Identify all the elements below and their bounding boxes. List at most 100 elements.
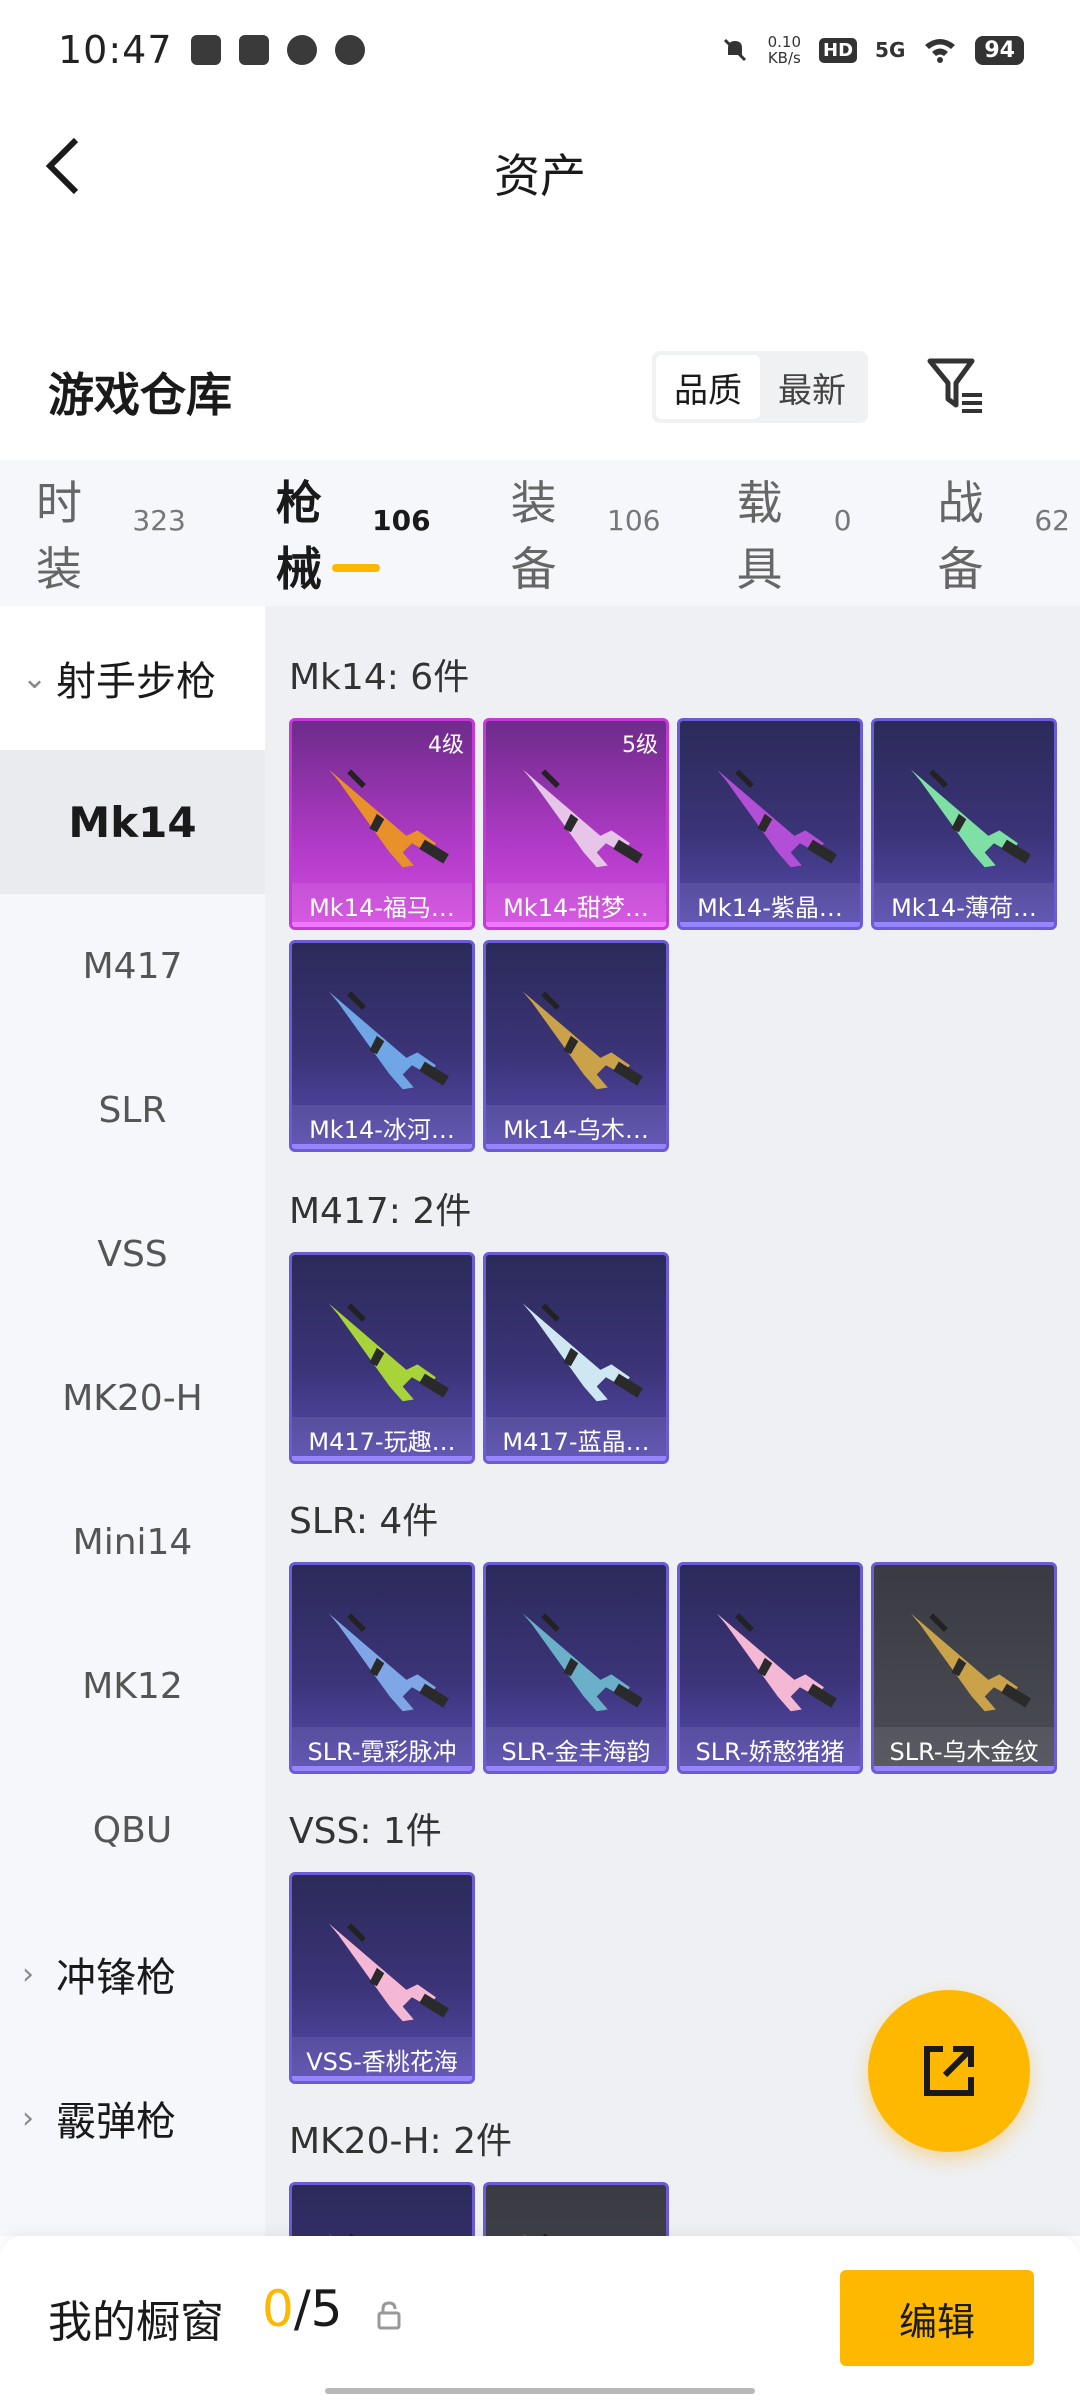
weapon-name: SLR-娇憨猪猪	[680, 1727, 860, 1771]
sort-toggle: 品质 最新	[652, 351, 868, 423]
mail-icon	[238, 35, 269, 65]
edit-button[interactable]: 编辑	[840, 2270, 1034, 2366]
section-title: Mk14: 6件	[289, 657, 470, 698]
weapon-card[interactable]: Mk14-乌木…	[483, 940, 669, 1152]
rifle-icon	[522, 1613, 643, 1712]
weapon-card[interactable]: Mk14-薄荷…	[871, 718, 1057, 930]
weapon-card[interactable]: SLR-金丰海韵	[483, 1562, 669, 1774]
item-grid	[289, 2182, 1057, 2236]
weapon-card[interactable]: SLR-霓彩脉冲	[289, 1562, 475, 1774]
weapon-name: Mk14-乌木…	[486, 1105, 666, 1149]
weapon-card[interactable]: M417-玩趣…	[289, 1252, 475, 1464]
section-title: SLR: 4件	[289, 1501, 439, 1542]
app-icon	[286, 35, 317, 65]
section-title: MK20-H: 2件	[289, 2121, 513, 2162]
level-badge: 5级	[622, 733, 658, 758]
chevron-down-icon: ⌄	[22, 660, 48, 696]
sidebar-item-mk14[interactable]: Mk14	[0, 750, 265, 894]
rifle-icon	[910, 769, 1031, 868]
rifle-icon	[910, 1613, 1031, 1712]
item-grid: SLR-霓彩脉冲 SLR-金丰海韵 SLR-娇憨猪猪 SLR-乌木金纹	[289, 1562, 1057, 1774]
weapon-name: SLR-霓彩脉冲	[292, 1727, 472, 1771]
page-title: 资产	[494, 149, 586, 203]
tab-supplies[interactable]: 战备 62	[862, 460, 1080, 606]
sidebar-group-marksman[interactable]: ⌄ 射手步枪	[0, 606, 265, 750]
shield-icon	[190, 35, 221, 65]
weapon-name: Mk14-薄荷…	[874, 883, 1054, 927]
sidebar-item-vss[interactable]: VSS	[0, 1182, 265, 1326]
weapon-card[interactable]: SLR-乌木金纹	[871, 1562, 1057, 1774]
weapon-card[interactable]: 5级 Mk14-甜梦…	[483, 718, 669, 930]
weapon-card[interactable]: M417-蓝晶…	[483, 1252, 669, 1464]
mute-bell-icon	[723, 38, 746, 62]
item-grid: M417-玩趣… M417-蓝晶…	[289, 1252, 1057, 1464]
weapon-card[interactable]: 4级 Mk14-福马…	[289, 718, 475, 930]
weapon-card[interactable]: Mk14-冰河…	[289, 940, 475, 1152]
weapon-name: Mk14-冰河…	[292, 1105, 472, 1149]
lock-icon	[377, 2301, 401, 2330]
rifle-icon	[328, 769, 449, 868]
sidebar-group-shotgun[interactable]: › 霰弹枪	[0, 2046, 265, 2190]
share-external-icon	[924, 2046, 974, 2096]
rifle-icon	[328, 1613, 449, 1712]
showcase-bar: 我的橱窗 0/5 编辑	[0, 2236, 1080, 2400]
item-grid: 4级 Mk14-福马… 5级 Mk14-甜梦… Mk14-紫晶… Mk14-薄荷… Mk14…	[289, 718, 1057, 1152]
tab-firearms[interactable]: 枪械 106	[196, 460, 441, 606]
rifle-icon	[716, 1613, 837, 1712]
app-header: 资产	[0, 100, 1080, 235]
level-badge: 4级	[428, 733, 464, 758]
rifle-icon	[328, 1923, 449, 2022]
tab-fashion[interactable]: 时装 323	[0, 460, 196, 606]
weapon-name: M417-玩趣…	[292, 1417, 472, 1461]
chat-bubble-icon	[334, 35, 365, 65]
status-bar: 10:47 0.10 KB/s HD 5G 94	[0, 0, 1080, 100]
showcase-count: 0/5	[262, 2280, 343, 2338]
warehouse-header: 游戏仓库 品质 最新	[0, 345, 1080, 435]
weapon-card[interactable]	[289, 2182, 475, 2236]
sidebar-item-m417[interactable]: M417	[0, 894, 265, 1038]
weapon-name: Mk14-甜梦…	[486, 883, 666, 927]
rifle-icon	[522, 991, 643, 1090]
wifi-icon	[925, 39, 956, 63]
category-tabs: 时装 323 枪械 106 装备 106 载具 0 战备 62	[0, 460, 1080, 606]
warehouse-title: 游戏仓库	[48, 368, 232, 422]
sidebar-item-mk12[interactable]: MK12	[0, 1614, 265, 1758]
weapon-name: M417-蓝晶…	[486, 1417, 666, 1461]
sidebar-group-smg[interactable]: › 冲锋枪	[0, 1902, 265, 2046]
sidebar-item-mk20h[interactable]: MK20-H	[0, 1326, 265, 1470]
sidebar-item-mini14[interactable]: Mini14	[0, 1470, 265, 1614]
rifle-icon	[328, 2233, 354, 2236]
section-title: M417: 2件	[289, 1191, 472, 1232]
hd-badge: HD	[819, 37, 858, 63]
sidebar-item-qbu[interactable]: QBU	[0, 1758, 265, 1902]
rifle-icon	[716, 769, 837, 868]
weapon-card[interactable]: SLR-娇憨猪猪	[677, 1562, 863, 1774]
sort-newest-button[interactable]: 最新	[760, 355, 864, 419]
weapon-name: VSS-香桃花海	[292, 2037, 472, 2081]
weapon-card[interactable]: Mk14-紫晶…	[677, 718, 863, 930]
chevron-right-icon: ›	[22, 2100, 34, 2136]
sidebar-item-slr[interactable]: SLR	[0, 1038, 265, 1182]
weapon-card[interactable]	[483, 2182, 669, 2236]
section-title: VSS: 1件	[289, 1811, 442, 1852]
share-button[interactable]	[868, 1990, 1030, 2152]
tab-vehicles[interactable]: 载具 0	[670, 460, 861, 606]
rifle-icon	[328, 991, 449, 1090]
battery-indicator: 94	[975, 35, 1024, 65]
weapon-name: SLR-金丰海韵	[486, 1727, 666, 1771]
sort-quality-button[interactable]: 品质	[656, 355, 760, 419]
signal-5g: 5G	[875, 38, 906, 62]
rifle-icon	[522, 2233, 548, 2236]
rifle-icon	[522, 769, 643, 868]
weapon-card[interactable]: VSS-香桃花海	[289, 1872, 475, 2084]
filter-icon[interactable]	[920, 349, 990, 419]
weapon-name: Mk14-紫晶…	[680, 883, 860, 927]
weapon-sidebar: ⌄ 射手步枪 Mk14 M417 SLR VSS MK20-H Mini14 M…	[0, 606, 265, 2236]
net-speed: 0.10 KB/s	[767, 33, 802, 67]
clock: 10:47	[58, 28, 173, 72]
home-indicator[interactable]	[325, 2388, 755, 2394]
tab-equipment[interactable]: 装备 106	[441, 460, 671, 606]
weapon-name: Mk14-福马…	[292, 883, 472, 927]
rifle-icon	[328, 1303, 449, 1402]
tab-active-indicator	[331, 564, 380, 572]
